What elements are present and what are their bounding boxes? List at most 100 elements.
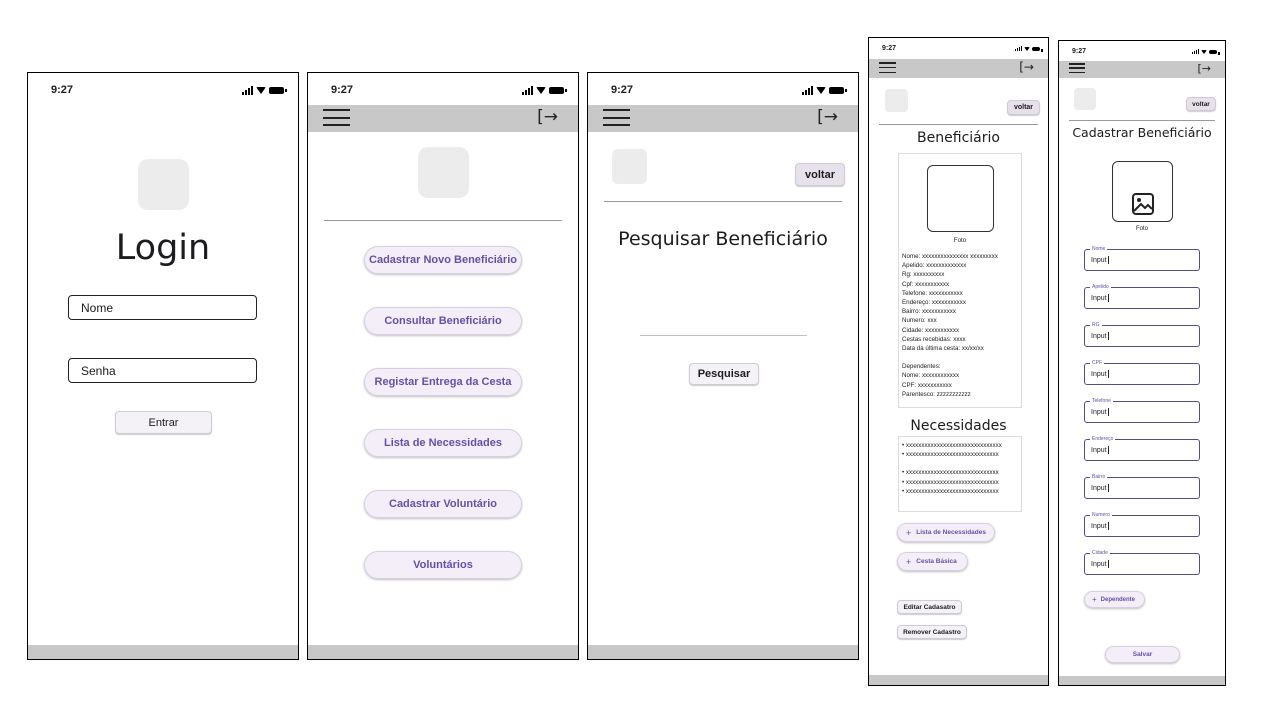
wifi-icon [1201, 49, 1207, 54]
address-field[interactable]: Endereço Input [1084, 435, 1200, 461]
photo-label: Foto [1135, 226, 1148, 232]
number-field[interactable]: Numero Input [1084, 511, 1200, 537]
back-button[interactable]: voltar [1007, 100, 1040, 115]
info-line: Cestas recebidas: xxxx [902, 335, 966, 343]
divider [879, 124, 1038, 125]
name-field[interactable]: Nome Input [1084, 245, 1200, 271]
photo-upload[interactable] [1112, 161, 1173, 222]
logo-placeholder [1074, 88, 1096, 110]
back-button[interactable]: voltar [1186, 97, 1216, 111]
city-field[interactable]: Cidade Input [1084, 549, 1200, 575]
info-line: Apelido: xxxxxxxxxxxxx [902, 262, 967, 270]
wifi-icon [816, 87, 826, 94]
info-line: Endereço: xxxxxxxxxxx [902, 299, 966, 307]
logout-icon[interactable]: [→ [1197, 62, 1211, 75]
signal-icon [522, 86, 533, 95]
info-line: Telefone: xxxxxxxxxxx [902, 289, 963, 297]
name-input[interactable]: Nome [68, 295, 257, 320]
status-time: 9:27 [51, 84, 74, 96]
app-bar: [→ [869, 59, 1048, 78]
hamburger-menu-icon[interactable] [1069, 63, 1085, 73]
neighborhood-field-label: Bairro [1090, 473, 1108, 481]
info-line: Rg: xxxxxxxxxx [902, 271, 945, 279]
remove-registration-button[interactable]: Remover Cadastro [897, 625, 967, 639]
battery-icon [549, 87, 567, 94]
dependents-line: Nome: xxxxxxxxxxxx [902, 372, 960, 380]
needs-card: • xxxxxxxxxxxxxxxxxxxxxxxxxxxxxxx • xxxx… [898, 436, 1022, 512]
add-basic-basket-button[interactable]: + Cesta Básica [897, 552, 968, 571]
divider [604, 201, 842, 202]
add-dependent-button[interactable]: + Dependente [1084, 591, 1145, 608]
signal-icon [1015, 46, 1022, 51]
search-button[interactable]: Pesquisar [689, 363, 759, 385]
number-field-label: Numero [1090, 511, 1112, 519]
photo-label: Foto [953, 237, 967, 244]
logo-placeholder [418, 147, 469, 198]
menu-item-needs-list[interactable]: Lista de Necessidades [364, 429, 522, 457]
status-icons [802, 86, 847, 95]
cpf-field[interactable]: CPF Input [1084, 359, 1200, 385]
rg-field-value: Input [1091, 332, 1107, 340]
rg-field[interactable]: RG Input [1084, 321, 1200, 347]
search-input[interactable] [640, 335, 807, 336]
back-button[interactable]: voltar [795, 163, 845, 186]
needs-title: Necessidades [910, 418, 1007, 434]
cpf-field-value: Input [1091, 370, 1107, 378]
status-bar: 9:27 [28, 73, 298, 103]
photo-frame [927, 165, 994, 232]
menu-item-register-volunteer[interactable]: Cadastrar Voluntário [364, 490, 522, 518]
menu-item-search-beneficiary[interactable]: Consultar Beneficiário [364, 307, 522, 335]
wifi-icon [1024, 46, 1030, 51]
page-title: Beneficiário [917, 130, 1000, 146]
logout-icon[interactable]: [→ [817, 107, 838, 127]
battery-icon [829, 87, 847, 94]
info-line: Bairro: xxxxxxxxxxx [902, 308, 956, 316]
signal-icon [1192, 49, 1199, 54]
edit-registration-button[interactable]: Editar Cadasatro [897, 600, 962, 614]
battery-icon [1032, 46, 1043, 52]
dependents-line: Parentesco: zzzzzzzzzzz [902, 390, 971, 398]
neighborhood-field[interactable]: Bairro Input [1084, 473, 1200, 499]
hamburger-menu-icon[interactable] [879, 62, 896, 73]
app-bar: [→ [308, 105, 578, 132]
add-needs-list-label: Lista de Necessidades [916, 529, 986, 536]
page-title: Cadastrar Beneficiário [1072, 125, 1212, 140]
battery-icon [1209, 49, 1220, 55]
save-button[interactable]: Salvar [1105, 646, 1180, 663]
dependents-line: CPF: xxxxxxxxxxx [902, 381, 952, 389]
login-button[interactable]: Entrar [115, 411, 212, 434]
battery-icon [269, 87, 287, 94]
hamburger-menu-icon[interactable] [603, 109, 630, 126]
hamburger-menu-icon[interactable] [323, 109, 350, 126]
phone-field[interactable]: Telefone Input [1084, 397, 1200, 423]
wifi-icon [536, 87, 546, 94]
logout-icon[interactable]: [→ [1019, 60, 1034, 74]
status-icons [242, 86, 287, 95]
status-bar: 9:27 [1059, 41, 1225, 61]
plus-icon: + [1092, 595, 1097, 604]
address-field-value: Input [1091, 446, 1107, 454]
info-line: Nome: xxxxxxxxxxxxxxx xxxxxxxxx [902, 253, 998, 260]
plus-icon: + [906, 556, 912, 567]
divider [324, 220, 562, 221]
bottom-bar [869, 675, 1048, 685]
need-item: • xxxxxxxxxxxxxxxxxxxxxxxxxxxxxx [902, 469, 999, 477]
nickname-field[interactable]: Apelido Input [1084, 283, 1200, 309]
info-line: Cpf: xxxxxxxxxxx [902, 280, 950, 288]
menu-item-register-delivery[interactable]: Registar Entrega da Cesta [364, 368, 522, 396]
logout-icon[interactable]: [→ [537, 107, 558, 127]
need-item: • xxxxxxxxxxxxxxxxxxxxxxxxxxxxxx [902, 451, 999, 459]
password-input[interactable]: Senha [68, 358, 257, 383]
status-bar: 9:27 [308, 73, 578, 103]
bottom-bar [1059, 676, 1225, 685]
add-basic-basket-label: Cesta Básica [916, 558, 957, 565]
add-needs-list-button[interactable]: + Lista de Necessidades [897, 523, 995, 542]
rg-field-label: RG [1090, 321, 1102, 329]
nickname-field-label: Apelido [1090, 283, 1111, 291]
name-field-label: Nome [1090, 245, 1108, 253]
city-field-value: Input [1091, 560, 1107, 568]
app-bar: [→ [588, 105, 858, 132]
menu-item-volunteers[interactable]: Voluntários [364, 551, 522, 579]
menu-item-register-beneficiary[interactable]: Cadastrar Novo Beneficiário [364, 246, 522, 274]
status-icons [522, 86, 567, 95]
